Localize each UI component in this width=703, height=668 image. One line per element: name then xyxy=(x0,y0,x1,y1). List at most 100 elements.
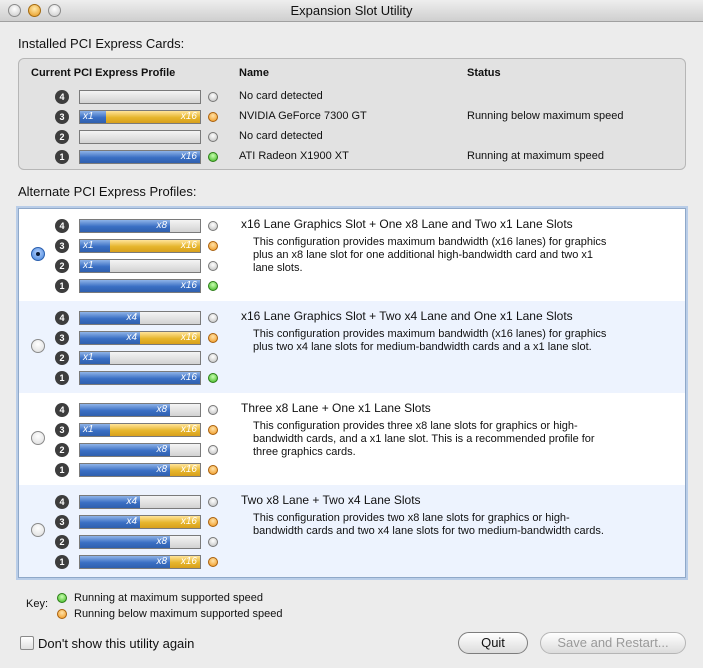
status-led-gray-icon xyxy=(208,445,218,455)
lane-segment-x8: x8 xyxy=(80,220,170,232)
profile-option[interactable]: 4 x4 3 x4 x16 2 x1 1 x16 x16 Lane Graphics Slot +… xyxy=(19,301,685,393)
lane-segment-x1: x1 xyxy=(80,352,110,364)
alternate-profiles-list: 4 x8 3 x1 x16 2 x1 1 x16 x16 Lane Graphics Slot +… xyxy=(18,208,686,578)
profile-radio-button[interactable] xyxy=(31,431,45,445)
status-led-orange-icon xyxy=(208,557,218,567)
profile-description-line: This configuration provides maximum band… xyxy=(253,236,607,248)
status-led-gray-icon xyxy=(208,261,218,271)
key-text: Running below maximum supported speed xyxy=(74,608,283,620)
status-led-gray-icon xyxy=(208,313,218,323)
profile-description: This configuration provides three x8 lan… xyxy=(253,420,673,459)
profile-option[interactable]: 4 x8 3 x1 x16 2 x1 1 x16 x16 Lane Graphics Slot +… xyxy=(19,209,685,301)
profile-radio-button[interactable] xyxy=(31,339,45,353)
slot-lane-bar: x4 x16 xyxy=(79,515,201,529)
dont-show-again-label[interactable]: Don't show this utility again xyxy=(38,636,194,651)
slot-number-badge: 2 xyxy=(55,535,69,549)
slot-number-badge: 2 xyxy=(55,259,69,273)
slot-lane-bar: x4 xyxy=(79,495,201,509)
profile-description: This configuration provides two x8 lane … xyxy=(253,512,673,538)
profile-description-line: plus an x8 lane slot for one additional … xyxy=(253,249,594,261)
lane-segment-x16: x16 xyxy=(170,556,200,568)
header-name: Name xyxy=(239,67,269,79)
installed-card-row: 2 No card detected xyxy=(19,127,685,147)
lane-segment-x1: x1 xyxy=(80,240,110,252)
minimize-window-button[interactable] xyxy=(28,4,41,17)
slot-lane-bar: x8 x16 xyxy=(79,463,201,477)
profile-description: This configuration provides maximum band… xyxy=(253,328,673,354)
status-led-green-icon xyxy=(208,281,218,291)
profile-description-line: This configuration provides two x8 lane … xyxy=(253,512,570,524)
status-led-gray-icon xyxy=(208,221,218,231)
slot-number-badge: 2 xyxy=(55,351,69,365)
slot-number-badge: 4 xyxy=(55,495,69,509)
lane-segment-x4: x4 xyxy=(80,332,140,344)
slot-lane-bar: x1 x16 xyxy=(79,239,201,253)
slot-lane-bar xyxy=(79,90,201,104)
lane-segment-x8: x8 xyxy=(80,444,170,456)
profile-description-line: This configuration provides maximum band… xyxy=(253,328,607,340)
lane-segment-x16: x16 xyxy=(80,151,200,163)
key-led-orange-icon xyxy=(57,609,67,619)
status-led-orange-icon xyxy=(208,517,218,527)
lane-segment-x1: x1 xyxy=(80,260,110,272)
lane-segment-x4: x4 xyxy=(80,496,140,508)
slot-number-badge: 2 xyxy=(55,443,69,457)
slot-number-badge: 3 xyxy=(55,331,69,345)
close-window-button[interactable] xyxy=(8,4,21,17)
zoom-window-button[interactable] xyxy=(48,4,61,17)
profile-title: x16 Lane Graphics Slot + Two x4 Lane and… xyxy=(241,309,573,323)
slot-lane-bar: x4 x16 xyxy=(79,331,201,345)
lane-segment-x16: x16 xyxy=(110,240,200,252)
profile-radio-button[interactable] xyxy=(31,247,45,261)
header-status: Status xyxy=(467,67,501,79)
expansion-slot-utility-window: Expansion Slot Utility Installed PCI Exp… xyxy=(0,0,703,668)
slot-number-badge: 1 xyxy=(55,555,69,569)
lane-segment-x16: x16 xyxy=(80,372,200,384)
profile-option[interactable]: 4 x4 3 x4 x16 2 x8 1 x8 x16 Two x8 Lane + Two x4 L… xyxy=(19,485,685,577)
lane-segment-x16: x16 xyxy=(80,280,200,292)
status-led-gray-icon xyxy=(208,132,218,142)
title-bar: Expansion Slot Utility xyxy=(0,0,703,22)
slot-number-badge: 1 xyxy=(55,279,69,293)
status-led-green-icon xyxy=(208,373,218,383)
installed-card-row: 1 x16 ATI Radeon X1900 XT Running at maximu… xyxy=(19,147,685,167)
profile-title: Two x8 Lane + Two x4 Lane Slots xyxy=(241,493,421,507)
slot-lane-bar: x1 xyxy=(79,351,201,365)
profile-radio-button[interactable] xyxy=(31,523,45,537)
save-and-restart-button[interactable]: Save and Restart... xyxy=(540,632,686,654)
slot-number-badge: 1 xyxy=(55,463,69,477)
header-current-profile: Current PCI Express Profile xyxy=(31,67,176,79)
lane-segment-x16: x16 xyxy=(140,332,200,344)
profile-option[interactable]: 4 x8 3 x1 x16 2 x8 1 x8 x16 Three x8 Lane + One x1… xyxy=(19,393,685,485)
profile-description-line: bandwidth cards, and a x1 lane slot. Thi… xyxy=(253,433,595,445)
installed-card-row: 4 No card detected xyxy=(19,87,685,107)
slot-lane-bar: x8 xyxy=(79,443,201,457)
slot-number-badge: 3 xyxy=(55,515,69,529)
lane-segment-x8: x8 xyxy=(80,536,170,548)
key-text: Running at maximum supported speed xyxy=(74,592,263,604)
lane-segment-x8: x8 xyxy=(80,404,170,416)
profile-description-line: This configuration provides three x8 lan… xyxy=(253,420,578,432)
alternate-section-label: Alternate PCI Express Profiles: xyxy=(18,184,197,199)
slot-number-badge: 4 xyxy=(55,219,69,233)
status-led-orange-icon xyxy=(208,465,218,475)
slot-lane-bar: x1 x16 xyxy=(79,423,201,437)
slot-lane-bar: x8 x16 xyxy=(79,555,201,569)
installed-cards-panel: Current PCI Express Profile Name Status … xyxy=(18,58,686,170)
card-status: Running at maximum speed xyxy=(467,150,604,162)
profile-description-line: lane slots. xyxy=(253,262,303,274)
lane-segment-x4: x4 xyxy=(80,312,140,324)
profile-title: x16 Lane Graphics Slot + One x8 Lane and… xyxy=(241,217,573,231)
status-led-orange-icon xyxy=(208,241,218,251)
quit-button[interactable]: Quit xyxy=(458,632,528,654)
slot-lane-bar: x16 xyxy=(79,371,201,385)
dont-show-again-checkbox[interactable] xyxy=(20,636,34,650)
status-led-green-icon xyxy=(208,152,218,162)
lane-segment-x1: x1 xyxy=(80,424,110,436)
card-status: Running below maximum speed xyxy=(467,110,624,122)
status-led-gray-icon xyxy=(208,497,218,507)
status-led-gray-icon xyxy=(208,353,218,363)
slot-lane-bar: x1 xyxy=(79,259,201,273)
card-name: NVIDIA GeForce 7300 GT xyxy=(239,110,367,122)
status-led-gray-icon xyxy=(208,92,218,102)
